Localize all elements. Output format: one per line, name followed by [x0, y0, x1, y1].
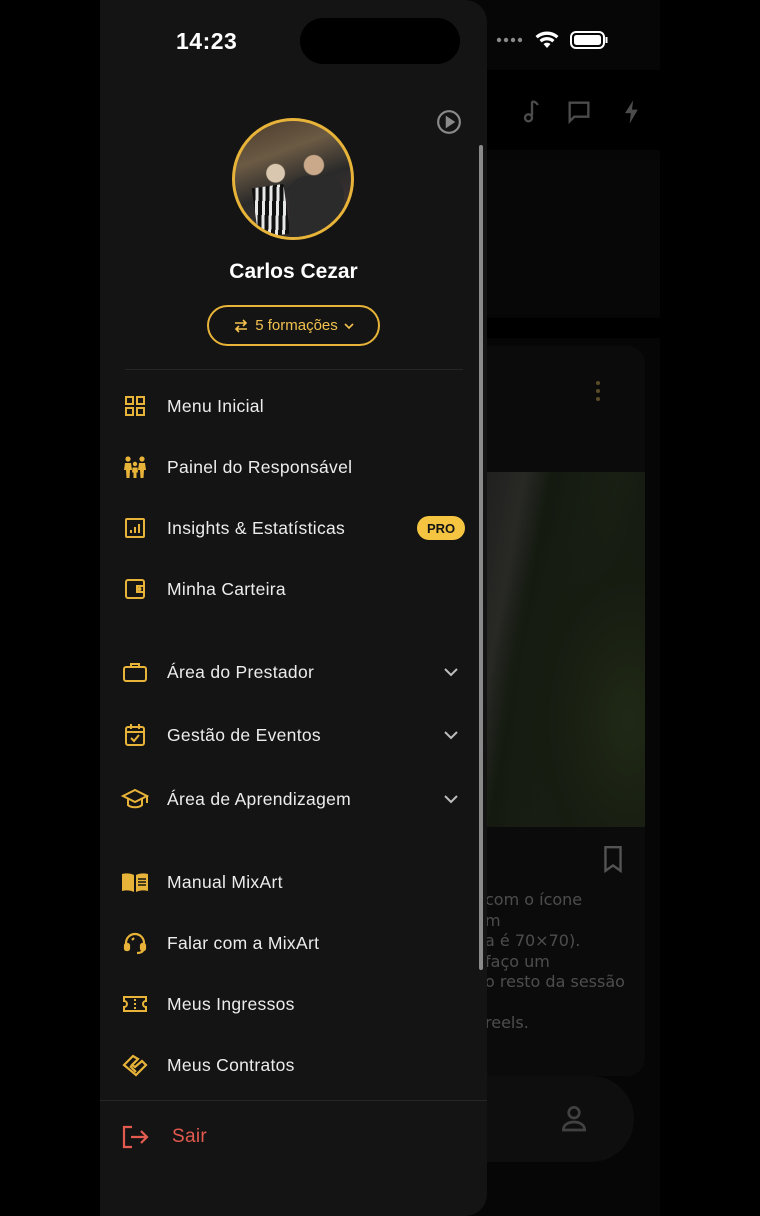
- menu-item-label: Área do Prestador: [167, 661, 315, 682]
- family-icon: [121, 453, 149, 481]
- menu-item-falar-mixart[interactable]: Falar com a MixArt: [120, 920, 470, 966]
- menu-item-label: Falar com a MixArt: [167, 932, 320, 953]
- logout-label: Sair: [172, 1126, 207, 1147]
- cellular-signal-icon: [496, 36, 524, 44]
- side-drawer: 14:23 Carlos Cezar 5 formações Menu Inic…: [100, 0, 487, 1216]
- logout-button[interactable]: Sair: [120, 1114, 470, 1160]
- ticket-icon: [121, 990, 149, 1018]
- menu-item-label: Gestão de Eventos: [167, 724, 321, 745]
- menu-item-meus-ingressos[interactable]: Meus Ingressos: [120, 981, 470, 1027]
- status-bar: 14:23: [100, 0, 487, 80]
- menu-item-label: Meus Ingressos: [167, 993, 295, 1014]
- wallet-icon: [121, 575, 149, 603]
- book-icon: [121, 868, 149, 896]
- support-icon: [121, 929, 149, 957]
- avatar[interactable]: [232, 118, 354, 240]
- divider: [100, 1100, 487, 1101]
- graduation-cap-icon: [121, 785, 149, 813]
- menu-item-insights[interactable]: Insights & Estatísticas PRO: [120, 505, 470, 551]
- profile-name: Carlos Cezar: [229, 260, 358, 283]
- swap-arrows-icon: [233, 318, 249, 333]
- menu-item-area-prestador[interactable]: Área do Prestador: [120, 649, 470, 695]
- menu-item-label: Manual MixArt: [167, 871, 283, 892]
- formacoes-label: 5 formações: [255, 317, 338, 334]
- menu-item-gestao-eventos[interactable]: Gestão de Eventos: [120, 712, 470, 758]
- menu-item-area-aprendizagem[interactable]: Área de Aprendizagem: [120, 776, 470, 822]
- status-icons: [496, 30, 610, 50]
- formacoes-switch-button[interactable]: 5 formações: [207, 305, 380, 346]
- chevron-down-icon: [344, 322, 354, 330]
- menu-item-minha-carteira[interactable]: Minha Carteira: [120, 566, 470, 612]
- grid-icon: [121, 392, 149, 420]
- menu-item-menu-inicial[interactable]: Menu Inicial: [120, 383, 470, 429]
- chevron-down-icon[interactable]: [442, 726, 460, 744]
- menu-item-label: Insights & Estatísticas: [167, 517, 346, 538]
- menu-item-label: Menu Inicial: [167, 395, 264, 416]
- briefcase-icon: [121, 658, 149, 686]
- menu-item-meus-contratos[interactable]: Meus Contratos: [120, 1042, 470, 1088]
- dynamic-island: [300, 18, 460, 64]
- logout-icon: [121, 1123, 149, 1151]
- menu-item-manual-mixart[interactable]: Manual MixArt: [120, 859, 470, 905]
- pro-badge: PRO: [417, 516, 466, 540]
- chart-icon: [121, 514, 149, 542]
- handshake-icon: [121, 1051, 149, 1079]
- chevron-down-icon[interactable]: [442, 663, 460, 681]
- menu-item-label: Minha Carteira: [167, 578, 286, 599]
- menu-item-label: Área de Aprendizagem: [167, 788, 352, 809]
- menu-item-label: Meus Contratos: [167, 1054, 295, 1075]
- menu-item-painel-responsavel[interactable]: Painel do Responsável: [120, 444, 470, 490]
- play-icon[interactable]: [436, 109, 462, 135]
- wifi-icon: [534, 30, 560, 50]
- divider: [125, 369, 463, 370]
- chevron-down-icon[interactable]: [442, 790, 460, 808]
- menu-item-label: Painel do Responsável: [167, 456, 353, 477]
- status-time: 14:23: [176, 28, 238, 54]
- battery-icon: [570, 30, 610, 50]
- calendar-check-icon: [121, 721, 149, 749]
